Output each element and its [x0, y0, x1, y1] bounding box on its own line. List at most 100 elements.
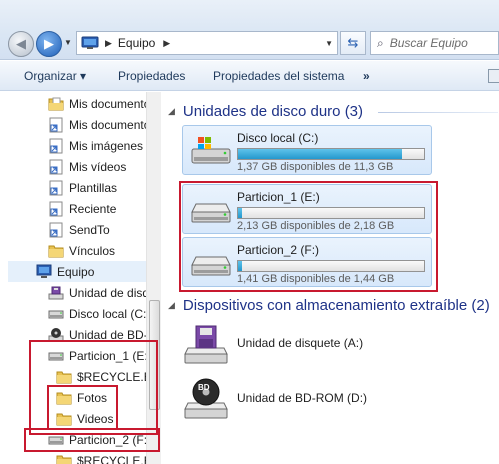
nav-item[interactable]: Unidad de BD-ROM (D:) [48, 324, 160, 345]
drive-space-info: 1,37 GB disponibles de 11,3 GB [237, 161, 394, 173]
capacity-bar [237, 148, 425, 160]
refresh-button[interactable]: ⇆ [340, 31, 366, 55]
nav-item[interactable]: Equipo [8, 261, 148, 282]
folder-icon [56, 369, 72, 385]
nav-item-label: Vínculos [69, 243, 116, 258]
nav-item-label: SendTo [69, 222, 110, 237]
bd-rom-icon [48, 327, 64, 343]
drive-tile[interactable]: Particion_2 (F:) 1,41 GB disponibles de 1… [182, 237, 432, 287]
refresh-icon: ⇆ [347, 35, 359, 50]
nav-item-label: Disco local (C:) [69, 306, 151, 321]
breadcrumb-computer[interactable]: Equipo [118, 36, 155, 50]
group-title: Dispositivos con almacenamiento extraíbl… [182, 296, 490, 314]
group-divider [378, 112, 498, 113]
nav-item[interactable]: Plantillas [48, 177, 117, 198]
more-commands-button[interactable]: » [363, 69, 370, 83]
nav-item[interactable]: Mis imágenes [48, 135, 143, 156]
scrollbar-thumb[interactable] [149, 300, 160, 410]
documents-folder-icon [48, 96, 64, 112]
drive-space-info: 1,41 GB disponibles de 1,44 GB [237, 273, 395, 285]
nav-item[interactable]: SendTo [48, 219, 110, 240]
nav-item[interactable]: Mis vídeos [48, 156, 126, 177]
device-item[interactable]: BD Unidad de BD-ROM (D:) [184, 377, 434, 421]
collapse-icon[interactable]: ◢ [168, 300, 175, 311]
nav-item-label: Plantillas [69, 180, 118, 195]
search-input[interactable] [389, 36, 490, 50]
breadcrumb-separator-icon[interactable]: ▶ [105, 38, 112, 49]
navigation-pane: Mis documentos Mis documentos Mis imágenes… [0, 92, 161, 464]
svg-text:BD: BD [198, 383, 210, 392]
collapse-icon[interactable]: ◢ [168, 106, 175, 117]
nav-item-label: Mis vídeos [69, 159, 127, 174]
group-title: Unidades de disco duro (3) [182, 102, 364, 120]
drive-name: Particion_1 (E:) [237, 190, 320, 204]
organize-button[interactable]: Organizar ▾ [24, 69, 86, 83]
drive-tile[interactable]: Particion_1 (E:) 2,13 GB disponibles de 2… [182, 184, 432, 234]
shortcut-icon [48, 222, 64, 238]
history-dropdown-icon[interactable]: ▼ [64, 38, 72, 47]
back-button[interactable]: ◀ [8, 31, 34, 57]
nav-item-label: Videos [77, 411, 114, 426]
nav-item-label: Mis documentos [69, 117, 157, 132]
documents-shortcut-icon [48, 117, 64, 133]
capacity-bar [237, 207, 425, 219]
nav-item[interactable]: Fotos [56, 387, 107, 408]
computer-icon [81, 36, 99, 49]
device-name: Unidad de BD-ROM (D:) [237, 391, 368, 405]
content-pane: ◢ Unidades de disco duro (3) Disco local… [162, 92, 499, 464]
nav-item-label: Mis documentos [69, 96, 157, 111]
hard-drive-icon [190, 247, 232, 279]
nav-item-label: Particion_2 (F:) [69, 432, 152, 447]
nav-item-label: Particion_1 (E:) [69, 348, 152, 363]
nav-item-label: Mis imágenes [69, 138, 144, 153]
nav-item[interactable]: Disco local (C:) [48, 303, 150, 324]
device-name: Unidad de disquete (A:) [237, 336, 364, 350]
address-bar: ◀ ▶ ▼ ▶ Equipo ▶ ▼ ⇆ ⌕ [0, 0, 499, 60]
nav-item-label: Equipo [57, 264, 95, 279]
nav-item[interactable]: Particion_2 (F:) [48, 429, 151, 450]
drive-tile[interactable]: Disco local (C:) 1,37 GB disponibles de 1… [182, 125, 432, 175]
folder-icon [56, 411, 72, 427]
nav-item-label: Reciente [69, 201, 117, 216]
hard-drive-icon [190, 194, 232, 226]
hard-drive-icon [48, 432, 64, 448]
nav-item-label: Fotos [77, 390, 108, 405]
search-icon: ⌕ [377, 35, 384, 50]
address-box[interactable]: ▶ Equipo ▶ ▼ [76, 31, 338, 55]
view-options-button[interactable] [488, 68, 499, 83]
drive-space-info: 2,13 GB disponibles de 2,18 GB [237, 220, 395, 232]
capacity-bar [237, 260, 425, 272]
group-header-removable[interactable]: ◢ Dispositivos con almacenamiento extraí… [168, 295, 490, 315]
videos-shortcut-icon [48, 159, 64, 175]
computer-icon [36, 264, 52, 280]
drive-name: Disco local (C:) [237, 131, 319, 145]
nav-item[interactable]: Mis documentos [48, 93, 156, 114]
pictures-shortcut-icon [48, 138, 64, 154]
nav-item[interactable]: Particion_1 (E:) [48, 345, 152, 366]
navigation-scrollbar[interactable] [146, 92, 161, 464]
group-header-hard-drives[interactable]: ◢ Unidades de disco duro (3) [168, 101, 363, 121]
nav-item[interactable]: Reciente [48, 198, 116, 219]
hard-drive-icon [48, 348, 64, 364]
floppy-drive-icon [184, 322, 228, 366]
forward-button[interactable]: ▶ [36, 31, 62, 57]
breadcrumb-separator-icon[interactable]: ▶ [163, 38, 170, 49]
nav-item[interactable]: Mis documentos [48, 114, 156, 135]
folder-icon [56, 453, 72, 464]
floppy-icon [48, 285, 64, 301]
drive-name: Particion_2 (F:) [237, 243, 320, 257]
nav-item[interactable]: Videos [56, 408, 113, 429]
command-bar: Organizar ▾ Propiedades Propiedades del … [0, 61, 499, 91]
shortcut-icon [48, 180, 64, 196]
nav-item[interactable]: Vínculos [48, 240, 115, 261]
windows-drive-icon [190, 135, 232, 167]
bd-rom-drive-icon: BD [184, 377, 228, 421]
properties-button[interactable]: Propiedades [118, 69, 185, 83]
nav-item[interactable]: Unidad de disquete (A:) [48, 282, 160, 303]
folder-icon [48, 243, 64, 259]
capacity-fill [238, 149, 402, 159]
system-properties-button[interactable]: Propiedades del sistema [213, 69, 344, 83]
device-item[interactable]: Unidad de disquete (A:) [184, 322, 434, 366]
address-dropdown-icon[interactable]: ▼ [325, 39, 333, 48]
search-box[interactable]: ⌕ [370, 31, 499, 55]
